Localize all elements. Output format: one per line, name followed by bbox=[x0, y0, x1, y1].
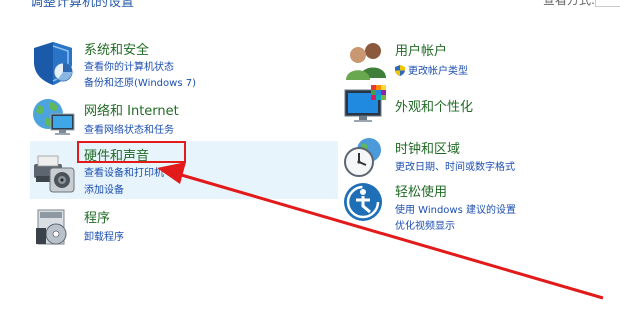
annotation-arrow-icon bbox=[157, 162, 604, 300]
